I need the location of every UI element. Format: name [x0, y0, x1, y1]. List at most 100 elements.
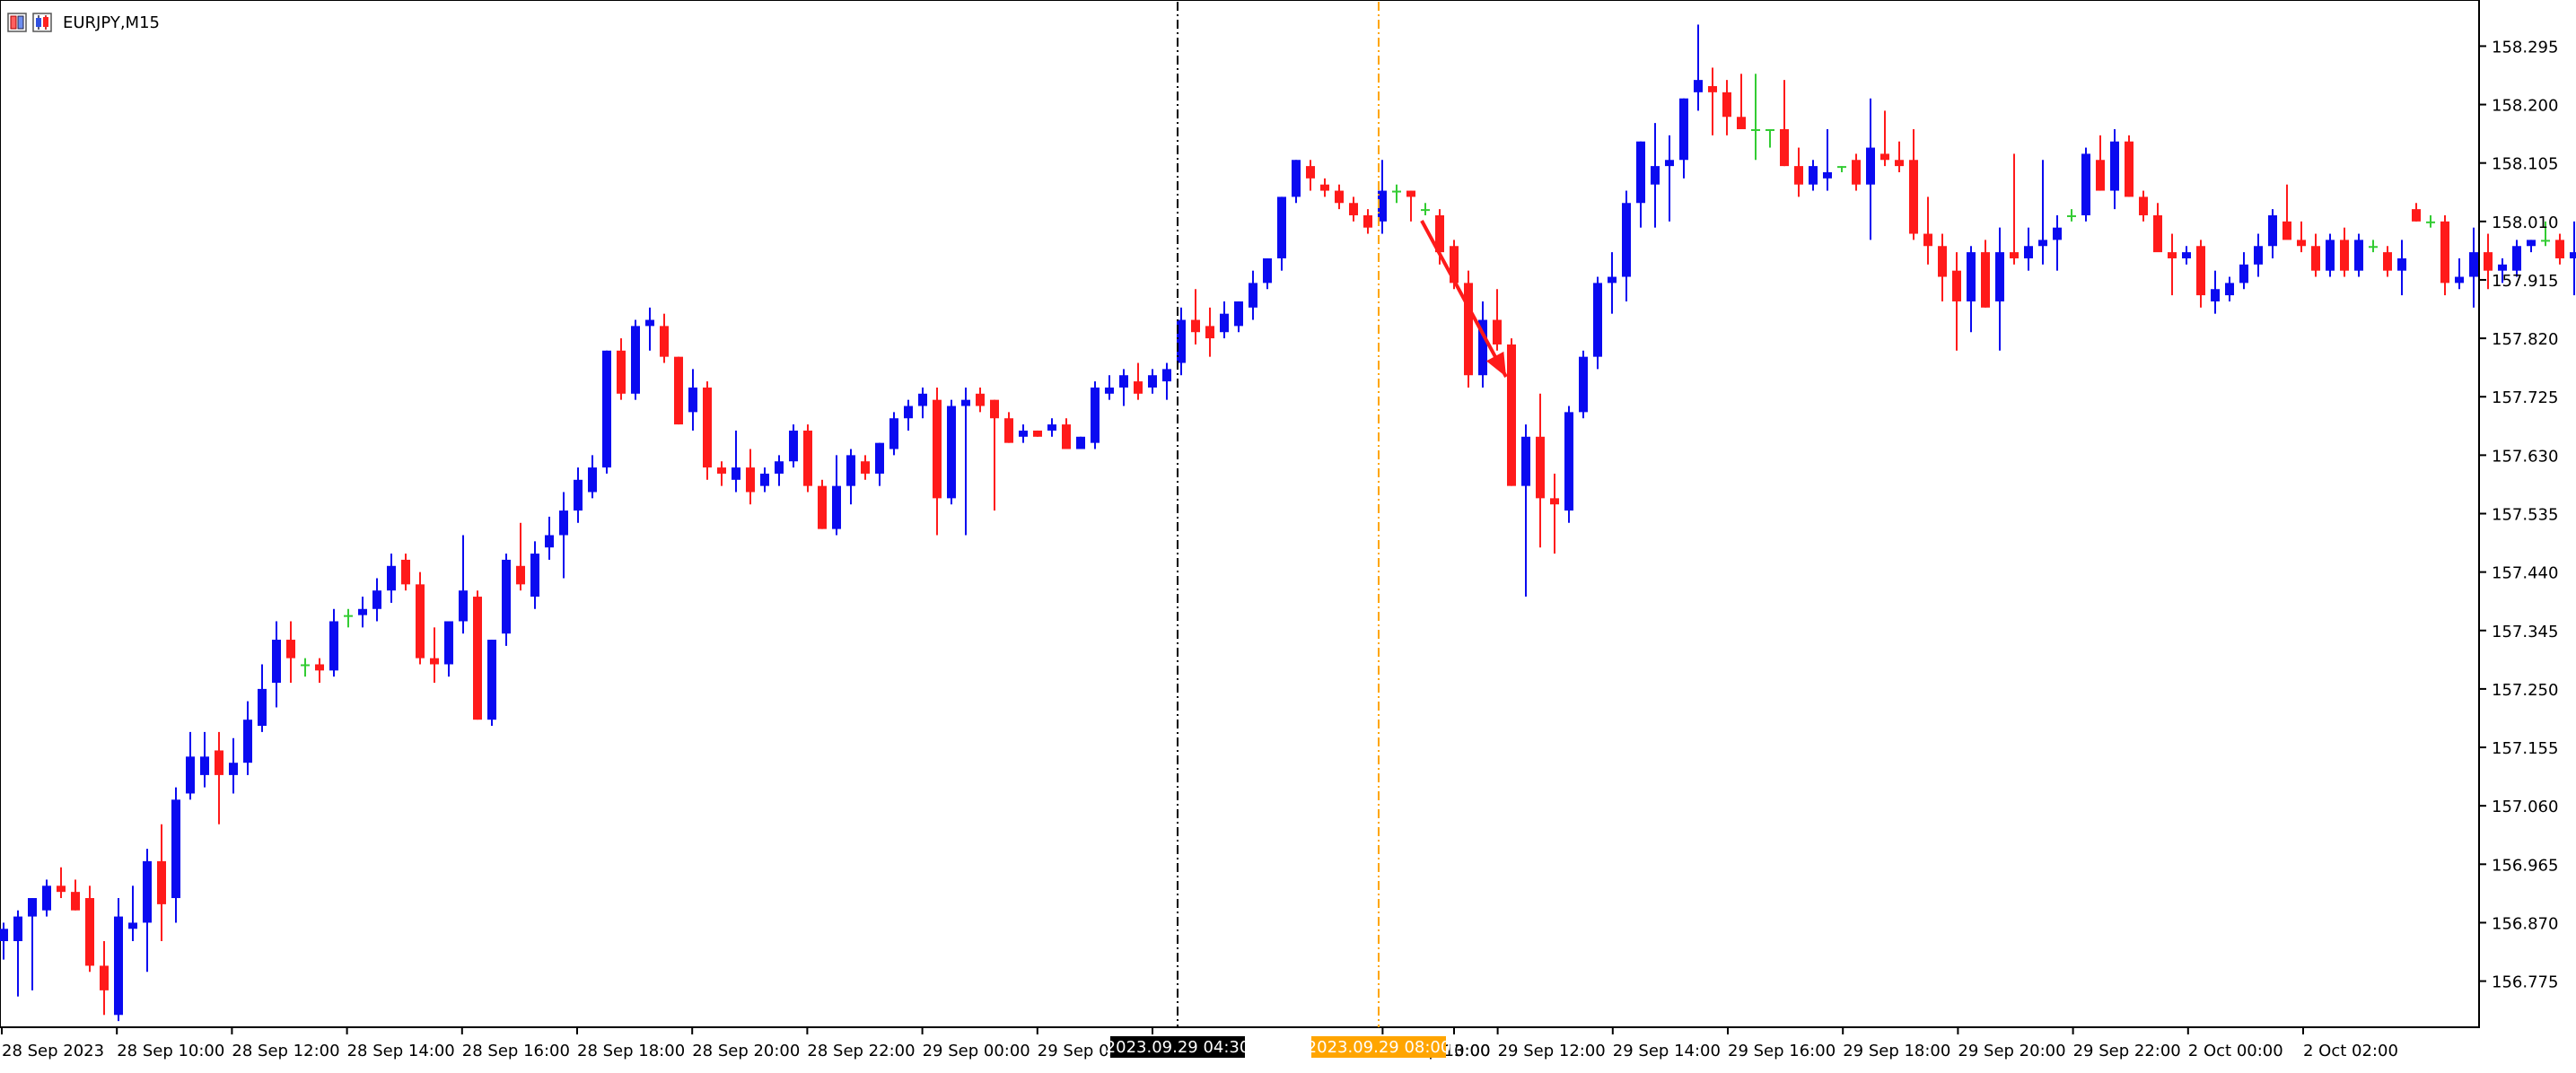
price-label: 158.200	[2492, 97, 2558, 116]
price-label: 158.010	[2492, 214, 2558, 232]
candle-body	[990, 399, 999, 419]
price-label: 157.915	[2492, 272, 2558, 291]
candle-body	[85, 898, 94, 966]
candle-body	[1249, 283, 1257, 308]
price-label: 157.060	[2492, 798, 2558, 816]
candle[interactable]	[1091, 381, 1100, 449]
candle[interactable]	[85, 885, 94, 973]
candle[interactable]	[1593, 276, 1602, 370]
candle[interactable]	[416, 571, 425, 665]
time-label: 28 Sep 14:00	[347, 1042, 455, 1060]
candle[interactable]	[1464, 270, 1473, 388]
candle-body	[1076, 436, 1085, 449]
symbol-label: EURJPY,M15	[63, 13, 160, 32]
candle-body	[1579, 356, 1588, 413]
candle[interactable]	[1564, 406, 1573, 523]
candle-body	[157, 860, 166, 904]
candle[interactable]	[502, 554, 511, 646]
candle-body	[57, 885, 66, 893]
candle-body	[2168, 252, 2177, 258]
candle-body	[1651, 166, 1660, 185]
candle-body	[588, 467, 597, 493]
candle-chart-icon[interactable]	[32, 13, 52, 32]
candle-body	[1995, 252, 2004, 301]
price-label: 157.345	[2492, 623, 2558, 641]
bar-chart-icon[interactable]	[7, 13, 27, 32]
chart-svg[interactable]: 158.295 158.200 158.105 158.010 157.915 157.8…	[0, 0, 2576, 1073]
candle-body	[387, 565, 396, 591]
candle-body	[1019, 430, 1028, 437]
candle-body	[100, 965, 109, 990]
candle-body	[487, 640, 496, 720]
candle-body	[358, 608, 367, 615]
candle[interactable]	[602, 350, 611, 474]
candle[interactable]	[803, 424, 812, 493]
price-label: 158.295	[2492, 38, 2558, 57]
price-label: 156.965	[2492, 856, 2558, 875]
candle-body	[933, 399, 942, 499]
candle[interactable]	[1076, 436, 1085, 449]
chart-window[interactable]: EURJPY,M15 158.295 158.200 158.105 158.010 1…	[0, 0, 2576, 1073]
candle-body	[1421, 209, 1430, 212]
candle[interactable]	[889, 412, 898, 456]
candle-body	[2254, 246, 2263, 265]
price-label: 157.820	[2492, 330, 2558, 349]
candle[interactable]	[1292, 160, 1301, 204]
candle[interactable]	[1033, 430, 1042, 437]
candle-body	[1679, 98, 1688, 161]
candle-body	[1981, 252, 1990, 308]
candle-body	[2225, 283, 2234, 296]
price-label: 157.725	[2492, 388, 2558, 407]
candle-body	[818, 485, 827, 529]
candle[interactable]	[2081, 147, 2090, 222]
candle[interactable]	[2570, 221, 2576, 296]
candle[interactable]	[473, 590, 482, 720]
candle[interactable]	[947, 399, 956, 505]
candle-body	[2010, 252, 2019, 258]
candle-body	[186, 756, 195, 794]
candle[interactable]	[2354, 233, 2363, 277]
candle-body	[1062, 424, 1071, 449]
candle-body	[2211, 289, 2220, 301]
candle-body	[171, 799, 180, 899]
candle[interactable]	[674, 356, 683, 425]
price-label: 156.775	[2492, 973, 2558, 992]
price-label: 157.440	[2492, 564, 2558, 583]
candle-body	[602, 350, 611, 468]
candle-body	[1880, 153, 1889, 161]
time-label: 29 Sep 14:00	[1613, 1042, 1721, 1060]
candle-body	[1751, 128, 1760, 131]
candle[interactable]	[631, 319, 640, 400]
candle[interactable]	[1579, 350, 1588, 419]
candle[interactable]	[1507, 338, 1516, 486]
candle-body	[243, 720, 252, 763]
candle[interactable]	[789, 424, 798, 468]
candle-body	[2311, 246, 2320, 271]
time-label: 29 Sep 20:00	[1958, 1042, 2065, 1060]
plot-area[interactable]	[0, 0, 2480, 1028]
candle-body	[2326, 240, 2335, 271]
candle-body	[2426, 221, 2435, 223]
candle[interactable]	[2527, 240, 2536, 253]
candle-body	[803, 430, 812, 486]
candle-body	[258, 688, 267, 727]
time-label: 29 Sep 22:00	[2073, 1042, 2181, 1060]
candle-body	[1292, 160, 1301, 197]
candle[interactable]	[703, 381, 712, 480]
candle[interactable]	[2125, 135, 2134, 197]
candle-body	[1593, 283, 1602, 357]
candle-body	[918, 393, 927, 406]
candle-body	[2541, 240, 2550, 242]
candle-body	[2268, 214, 2277, 247]
candle[interactable]	[818, 479, 827, 529]
candle-body	[1234, 301, 1243, 327]
candle-body	[1148, 375, 1157, 388]
candle[interactable]	[487, 640, 496, 727]
candle-body	[344, 615, 353, 617]
candle-body	[1162, 369, 1171, 382]
candle[interactable]	[2555, 233, 2564, 265]
candle-body	[1923, 233, 1932, 247]
candle[interactable]	[2326, 233, 2335, 277]
candle-body	[545, 535, 554, 548]
candle-body	[645, 319, 654, 327]
